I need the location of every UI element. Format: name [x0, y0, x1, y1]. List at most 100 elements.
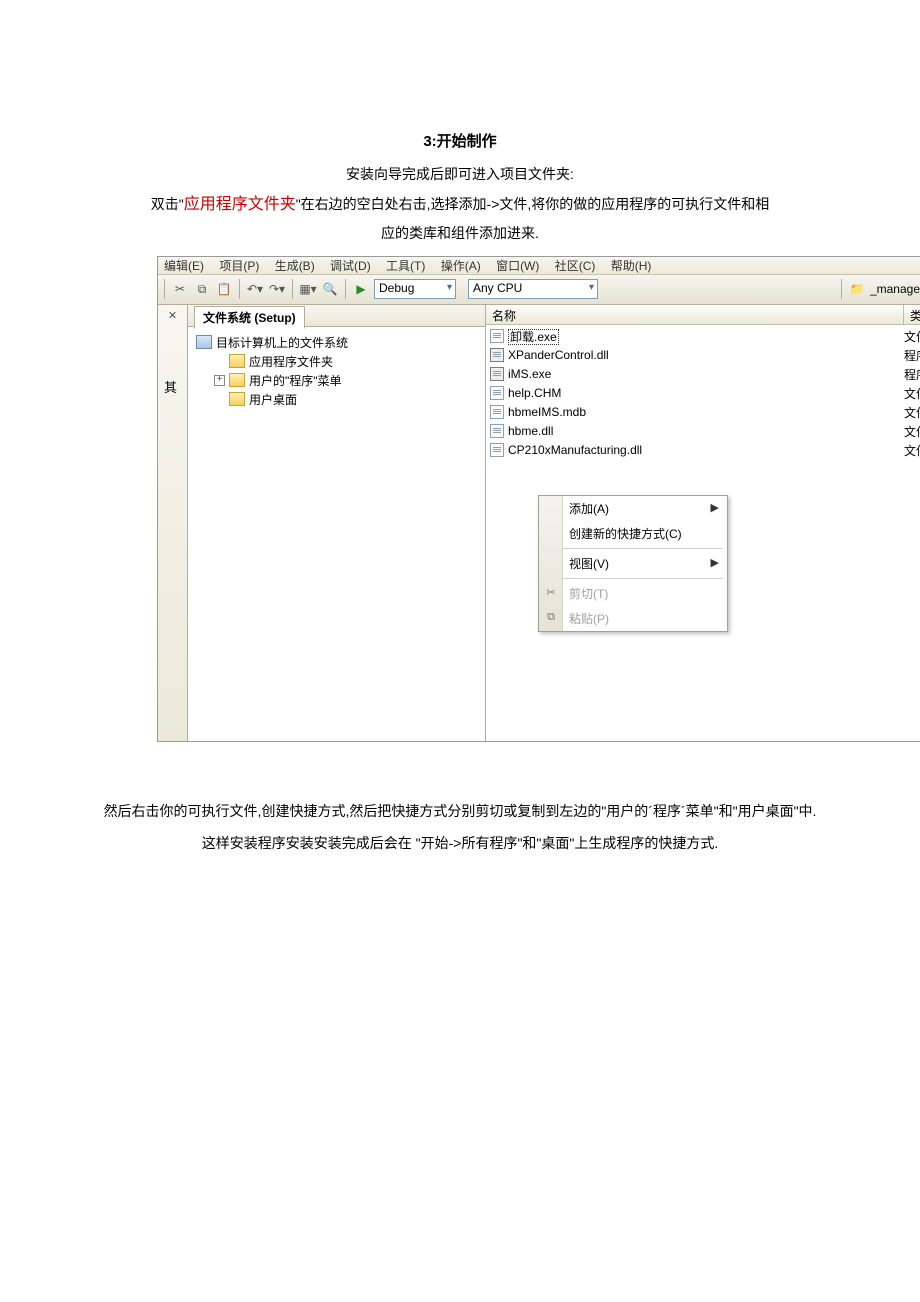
cut-icon: ✂ — [544, 586, 558, 600]
file-name: hbmeIMS.mdb — [508, 405, 900, 419]
grid-body[interactable]: 卸载.exe 文件 XPanderControl.dll 程序 iMS.exe … — [486, 325, 920, 741]
dll-icon — [490, 348, 504, 362]
menu-edit[interactable]: 编辑(E) — [164, 259, 204, 273]
gutter-label: 其 — [164, 377, 177, 396]
left-gutter: ✕ 其 — [158, 305, 188, 741]
doc-highlight: 应用程序文件夹 — [184, 196, 296, 213]
file-type: 程序 — [904, 366, 920, 383]
menu-label: 剪切(T) — [569, 585, 608, 602]
menu-separator — [543, 548, 723, 549]
close-panel-icon[interactable]: ✕ — [158, 309, 187, 322]
file-name: XPanderControl.dll — [508, 348, 900, 362]
file-type: 文件 — [904, 385, 920, 402]
menu-create-shortcut[interactable]: 创建新的快捷方式(C) — [539, 521, 727, 546]
tree: 目标计算机上的文件系统 应用程序文件夹 + 用户的"程序"菜单 — [188, 327, 485, 741]
menu-label: 添加(A) — [569, 500, 609, 517]
file-icon — [490, 329, 504, 343]
doc-intro-line: 安装向导完成后即可进入项目文件夹: — [20, 163, 900, 187]
file-type: 文件 — [904, 328, 920, 345]
file-row[interactable]: iMS.exe 程序 — [490, 365, 920, 384]
menu-action[interactable]: 操作(A) — [441, 259, 481, 273]
doc-text-pre: 双击" — [151, 196, 184, 212]
tree-node-label: 用户桌面 — [249, 391, 297, 408]
menu-add[interactable]: 添加(A) ▶ — [539, 496, 727, 521]
file-type: 程序 — [904, 347, 920, 364]
submenu-arrow-icon: ▶ — [711, 556, 719, 569]
redo-icon[interactable]: ↷▾ — [268, 280, 286, 298]
menu-help[interactable]: 帮助(H) — [611, 259, 652, 273]
project-name: _manager — [870, 282, 920, 296]
toolbar: ✂ ⧉ 📋 ↶▾ ↷▾ ▦▾ 🔍 ▶ Debug Any CPU 📁 _mana… — [158, 275, 920, 305]
file-grid-panel: 名称 类 卸载.exe 文件 XPanderControl.dll 程序 — [486, 305, 920, 741]
tree-root[interactable]: 目标计算机上的文件系统 — [196, 333, 481, 352]
menu-separator — [543, 578, 723, 579]
undo-icon[interactable]: ↶▾ — [246, 280, 264, 298]
start-debug-icon[interactable]: ▶ — [352, 280, 370, 298]
menu-paste: ⧉ 粘贴(P) — [539, 606, 727, 631]
doc-paragraph-2: 这样安装程序安装安装完成后会在 "开始->所有程序"和"桌面"上生成程序的快捷方… — [100, 830, 820, 857]
toolbar-sep — [841, 279, 842, 299]
folder-icon — [229, 392, 245, 406]
file-type: 文件 — [904, 442, 920, 459]
doc-paragraph-1: 然后右击你的可执行文件,创建快捷方式,然后把快捷方式分别剪切或复制到左边的"用户… — [100, 798, 820, 825]
doc-text-post: "在右边的空白处右击,选择添加->文件,将你的做的应用程序的可执行文件和相 — [296, 196, 770, 212]
file-name: CP210xManufacturing.dll — [508, 443, 900, 457]
col-header-name[interactable]: 名称 — [486, 305, 904, 324]
menu-view[interactable]: 视图(V) ▶ — [539, 551, 727, 576]
menu-community[interactable]: 社区(C) — [555, 259, 596, 273]
file-row[interactable]: 卸载.exe 文件 — [490, 327, 920, 346]
config-combo[interactable]: Debug — [374, 279, 456, 299]
dll-icon — [490, 367, 504, 381]
file-icon — [490, 386, 504, 400]
file-icon — [490, 424, 504, 438]
menu-label: 视图(V) — [569, 555, 609, 572]
find-icon[interactable]: 🔍 — [321, 280, 339, 298]
grid-header: 名称 类 — [486, 305, 920, 325]
toolbar-sep — [292, 279, 293, 299]
file-icon — [490, 443, 504, 457]
tree-node-programs-menu[interactable]: + 用户的"程序"菜单 — [196, 371, 481, 390]
menu-window[interactable]: 窗口(W) — [496, 259, 539, 273]
submenu-arrow-icon: ▶ — [711, 501, 719, 514]
tree-node-desktop[interactable]: 用户桌面 — [196, 390, 481, 409]
file-name: iMS.exe — [508, 367, 900, 381]
file-name: help.CHM — [508, 386, 900, 400]
toolbar-sep — [345, 279, 346, 299]
vs-screenshot: 编辑(E) 项目(P) 生成(B) 调试(D) 工具(T) 操作(A) 窗口(W… — [157, 256, 920, 742]
file-row[interactable]: hbme.dll 文件 — [490, 422, 920, 441]
menu-label: 粘贴(P) — [569, 610, 609, 627]
tree-node-app-folder[interactable]: 应用程序文件夹 — [196, 352, 481, 371]
tab-strip: 文件系统 (Setup) — [188, 305, 485, 327]
menu-debug[interactable]: 调试(D) — [330, 259, 371, 273]
platform-combo[interactable]: Any CPU — [468, 279, 598, 299]
tree-node-label: 用户的"程序"菜单 — [249, 372, 342, 389]
file-type: 文件 — [904, 423, 920, 440]
file-icon — [490, 405, 504, 419]
file-name: hbme.dll — [508, 424, 900, 438]
menu-tools[interactable]: 工具(T) — [386, 259, 425, 273]
nav-icon[interactable]: ▦▾ — [299, 280, 317, 298]
menu-build[interactable]: 生成(B) — [275, 259, 315, 273]
folder-icon — [229, 354, 245, 368]
file-row[interactable]: CP210xManufacturing.dll 文件 — [490, 441, 920, 460]
menu-cut: ✂ 剪切(T) — [539, 581, 727, 606]
toolbar-sep — [239, 279, 240, 299]
file-row[interactable]: hbmeIMS.mdb 文件 — [490, 403, 920, 422]
expand-icon[interactable]: + — [214, 375, 225, 386]
tree-node-label: 应用程序文件夹 — [249, 353, 333, 370]
file-row[interactable]: help.CHM 文件 — [490, 384, 920, 403]
file-type: 文件 — [904, 404, 920, 421]
project-icon[interactable]: 📁 — [848, 280, 866, 298]
copy-icon[interactable]: ⧉ — [193, 280, 211, 298]
tree-panel: 文件系统 (Setup) 目标计算机上的文件系统 应用程序文件夹 + — [188, 305, 486, 741]
cut-icon[interactable]: ✂ — [171, 280, 189, 298]
file-row[interactable]: XPanderControl.dll 程序 — [490, 346, 920, 365]
tree-root-label: 目标计算机上的文件系统 — [216, 334, 348, 351]
menu-project[interactable]: 项目(P) — [219, 259, 259, 273]
col-header-type[interactable]: 类 — [904, 305, 920, 324]
tab-filesystem[interactable]: 文件系统 (Setup) — [194, 306, 305, 329]
paste-icon[interactable]: 📋 — [215, 280, 233, 298]
menu-label: 创建新的快捷方式(C) — [569, 525, 682, 542]
folder-icon — [229, 373, 245, 387]
menubar: 编辑(E) 项目(P) 生成(B) 调试(D) 工具(T) 操作(A) 窗口(W… — [158, 257, 920, 275]
